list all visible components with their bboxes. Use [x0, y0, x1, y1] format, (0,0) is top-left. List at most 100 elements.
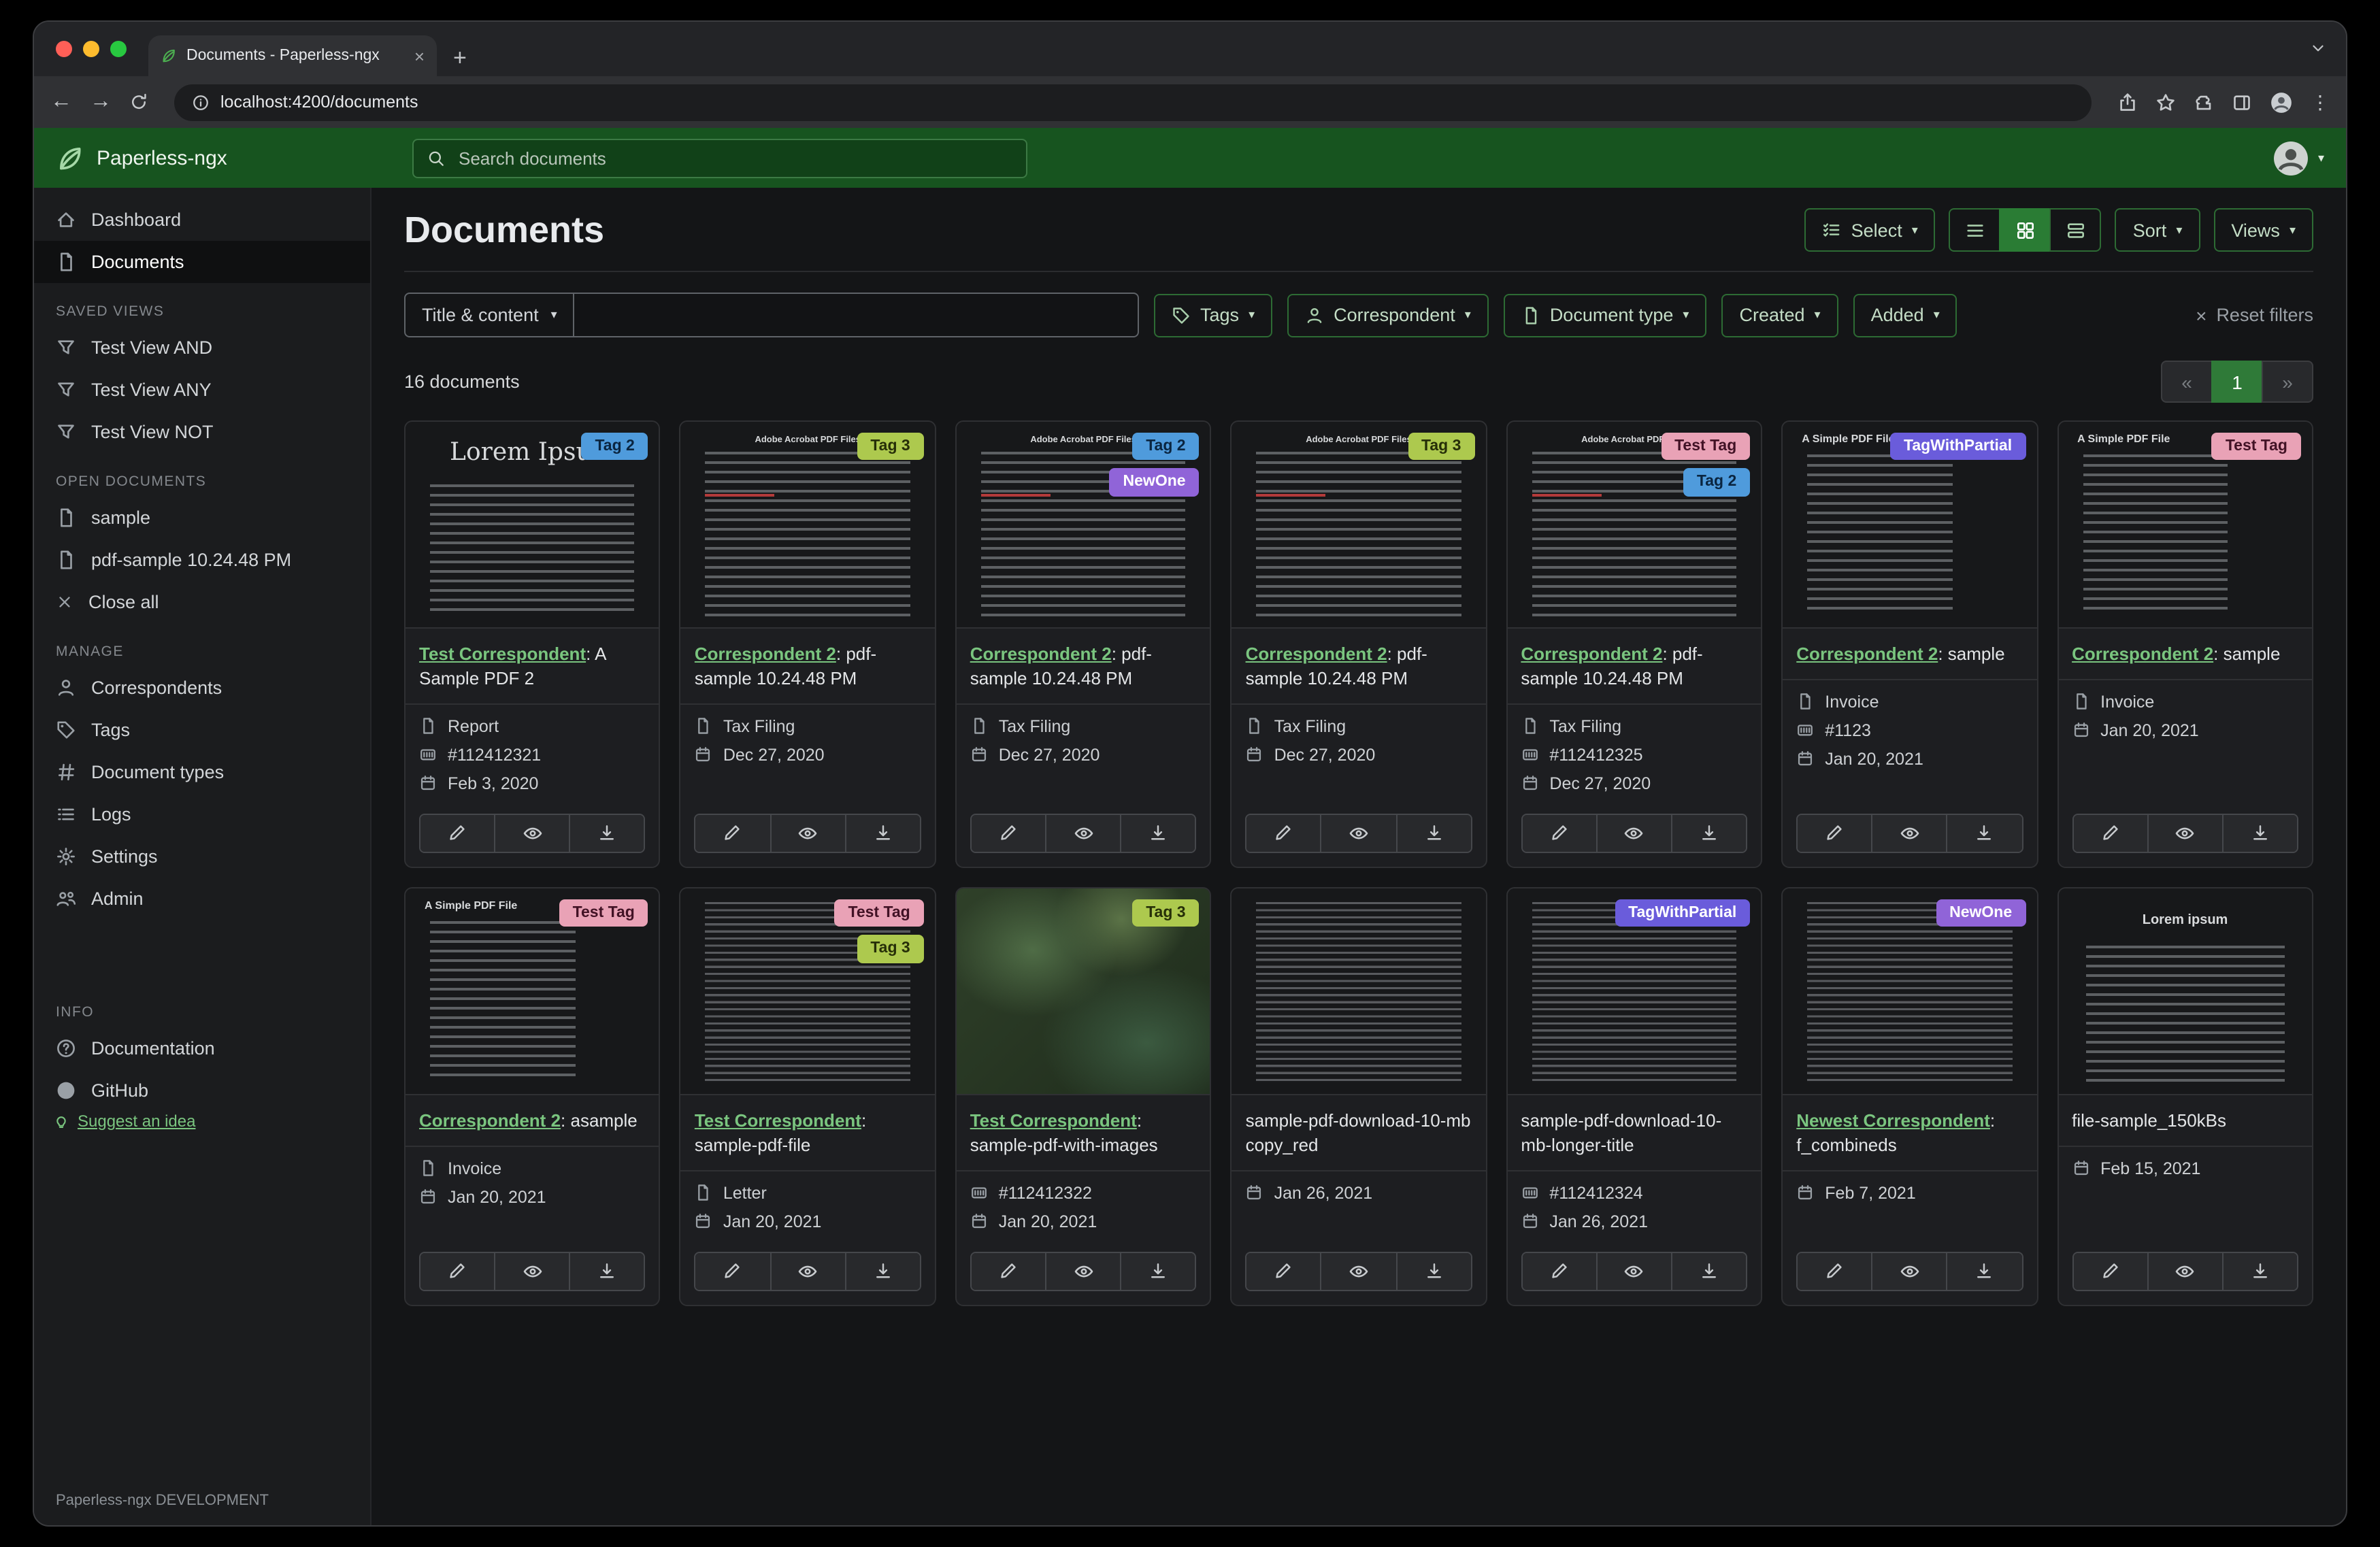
- edit-button[interactable]: [695, 1252, 770, 1290]
- app-brand[interactable]: Paperless-ngx: [56, 144, 412, 172]
- tags-filter-button[interactable]: Tags ▾: [1154, 293, 1273, 337]
- document-thumbnail[interactable]: Adobe Acrobat PDF Files Tag 2 NewOne: [956, 422, 1210, 629]
- view-grid-button[interactable]: [1999, 208, 2051, 252]
- document-thumbnail[interactable]: Lorem Ipsum Tag 2: [406, 422, 659, 629]
- pagination-next-button[interactable]: »: [2262, 361, 2313, 403]
- edit-button[interactable]: [1522, 814, 1596, 852]
- document-thumbnail[interactable]: NewOne: [1783, 888, 2037, 1095]
- edit-button[interactable]: [420, 814, 495, 852]
- tag-badge[interactable]: Test Tag: [2211, 433, 2301, 461]
- document-card[interactable]: A Simple PDF File Test Tag Correspondent…: [2057, 420, 2313, 868]
- sidebar-item-open-doc-sample[interactable]: sample: [34, 497, 370, 539]
- sidebar-item-open-doc-pdf-sample[interactable]: pdf-sample 10.24.48 PM: [34, 539, 370, 581]
- sidebar-item-test-view-not[interactable]: Test View NOT: [34, 411, 370, 453]
- reload-button[interactable]: [129, 93, 148, 112]
- share-icon[interactable]: [2117, 92, 2138, 112]
- edit-button[interactable]: [2073, 1252, 2147, 1290]
- sidebar-item-correspondents[interactable]: Correspondents: [34, 667, 370, 709]
- pagination-page-1-button[interactable]: 1: [2211, 361, 2263, 403]
- view-button[interactable]: [770, 814, 845, 852]
- document-card[interactable]: TagWithPartial sample-pdf-download-10-mb…: [1506, 886, 1763, 1306]
- tag-badge[interactable]: Test Tag: [834, 899, 924, 927]
- sidebar-item-test-view-and[interactable]: Test View AND: [34, 327, 370, 369]
- edit-button[interactable]: [420, 1252, 495, 1290]
- document-card[interactable]: Lorem Ipsum Tag 2 Test Correspondent: A …: [404, 420, 661, 868]
- correspondent-link[interactable]: Correspondent 2: [1521, 644, 1662, 664]
- view-button[interactable]: [1596, 1252, 1671, 1290]
- edit-button[interactable]: [1246, 1252, 1321, 1290]
- document-thumbnail[interactable]: TagWithPartial: [1507, 888, 1762, 1095]
- view-button[interactable]: [1871, 814, 1947, 852]
- view-button[interactable]: [1320, 1252, 1396, 1290]
- minimize-window-button[interactable]: [83, 41, 99, 57]
- edit-button[interactable]: [1246, 814, 1321, 852]
- correspondent-link[interactable]: Correspondent 2: [970, 644, 1112, 664]
- document-card[interactable]: Adobe Acrobat PDF Files Tag 3 Correspond…: [679, 420, 936, 868]
- tag-badge[interactable]: NewOne: [1109, 468, 1200, 497]
- edit-button[interactable]: [971, 814, 1045, 852]
- document-thumbnail[interactable]: Adobe Acrobat PDF Files Tag 3: [1232, 422, 1486, 629]
- browser-menu-icon[interactable]: ⋮: [2311, 90, 2330, 114]
- document-card[interactable]: Test Tag Tag 3 Test Correspondent: sample…: [679, 886, 936, 1306]
- view-button[interactable]: [494, 814, 569, 852]
- new-tab-button[interactable]: +: [453, 46, 467, 69]
- site-info-icon[interactable]: [192, 93, 210, 111]
- document-card[interactable]: Adobe Acrobat PDF Files Test Tag Tag 2 Co…: [1506, 420, 1763, 868]
- tag-badge[interactable]: Tag 3: [857, 935, 924, 963]
- document-card[interactable]: A Simple PDF File TagWithPartial Corresp…: [1781, 420, 2038, 868]
- user-menu[interactable]: ▾: [2273, 139, 2324, 176]
- correspondent-link[interactable]: Test Correspondent: [970, 1110, 1137, 1131]
- correspondent-link[interactable]: Correspondent 2: [695, 644, 836, 664]
- view-button[interactable]: [1320, 814, 1396, 852]
- correspondent-link[interactable]: Correspondent 2: [2072, 644, 2213, 664]
- correspondent-filter-button[interactable]: Correspondent ▾: [1287, 293, 1489, 337]
- download-button[interactable]: [1395, 1252, 1471, 1290]
- document-card[interactable]: sample-pdf-download-10-mb copy_red Jan 2…: [1230, 886, 1487, 1306]
- tag-badge[interactable]: Tag 2: [1683, 468, 1751, 497]
- sidebar-item-logs[interactable]: Logs: [34, 793, 370, 835]
- tag-badge[interactable]: TagWithPartial: [1615, 899, 1751, 927]
- select-button[interactable]: Select ▾: [1804, 208, 1936, 252]
- added-filter-button[interactable]: Added ▾: [1853, 293, 1957, 337]
- edit-button[interactable]: [1798, 1252, 1872, 1290]
- download-button[interactable]: [1670, 1252, 1747, 1290]
- edit-button[interactable]: [1522, 1252, 1596, 1290]
- browser-profile-avatar[interactable]: [2270, 90, 2293, 114]
- view-button[interactable]: [1044, 1252, 1121, 1290]
- tag-badge[interactable]: Test Tag: [559, 899, 648, 927]
- download-button[interactable]: [844, 814, 920, 852]
- document-card[interactable]: Adobe Acrobat PDF Files Tag 2 NewOne Corr…: [955, 420, 1212, 868]
- document-card[interactable]: Tag 3 Test Correspondent: sample-pdf-wit…: [955, 886, 1212, 1306]
- side-panel-icon[interactable]: [2232, 92, 2252, 112]
- document-thumbnail[interactable]: Adobe Acrobat PDF Files Tag 3: [680, 422, 935, 629]
- edit-button[interactable]: [971, 1252, 1045, 1290]
- document-thumbnail[interactable]: Adobe Acrobat PDF Files Test Tag Tag 2: [1507, 422, 1762, 629]
- view-button[interactable]: [1596, 814, 1671, 852]
- edit-button[interactable]: [1798, 814, 1872, 852]
- correspondent-link[interactable]: Test Correspondent: [695, 1110, 861, 1131]
- document-thumbnail[interactable]: A Simple PDF File Test Tag: [406, 888, 659, 1095]
- forward-button[interactable]: →: [90, 90, 112, 113]
- view-button[interactable]: [770, 1252, 845, 1290]
- document-thumbnail[interactable]: Lorem ipsum: [2058, 888, 2312, 1095]
- tag-badge[interactable]: Tag 2: [1132, 433, 1200, 461]
- browser-tab[interactable]: Documents - Paperless-ngx ×: [148, 35, 437, 76]
- download-button[interactable]: [1946, 814, 2022, 852]
- document-type-filter-button[interactable]: Document type ▾: [1503, 293, 1707, 337]
- document-thumbnail[interactable]: [1232, 888, 1486, 1095]
- edit-button[interactable]: [695, 814, 770, 852]
- views-button[interactable]: Views ▾: [2213, 208, 2313, 252]
- correspondent-link[interactable]: Correspondent 2: [1246, 644, 1387, 664]
- download-button[interactable]: [1120, 1252, 1195, 1290]
- correspondent-link[interactable]: Test Correspondent: [419, 644, 586, 664]
- correspondent-link[interactable]: Correspondent 2: [419, 1110, 561, 1131]
- sidebar-item-document-types[interactable]: Document types: [34, 751, 370, 793]
- download-button[interactable]: [1395, 814, 1471, 852]
- tag-badge[interactable]: Tag 2: [581, 433, 648, 461]
- sidebar-item-documentation[interactable]: Documentation: [34, 1027, 370, 1069]
- download-button[interactable]: [1120, 814, 1195, 852]
- created-filter-button[interactable]: Created ▾: [1721, 293, 1838, 337]
- tag-badge[interactable]: TagWithPartial: [1890, 433, 2026, 461]
- document-card[interactable]: A Simple PDF File Test Tag Correspondent…: [404, 886, 661, 1306]
- document-thumbnail[interactable]: Test Tag Tag 3: [680, 888, 935, 1095]
